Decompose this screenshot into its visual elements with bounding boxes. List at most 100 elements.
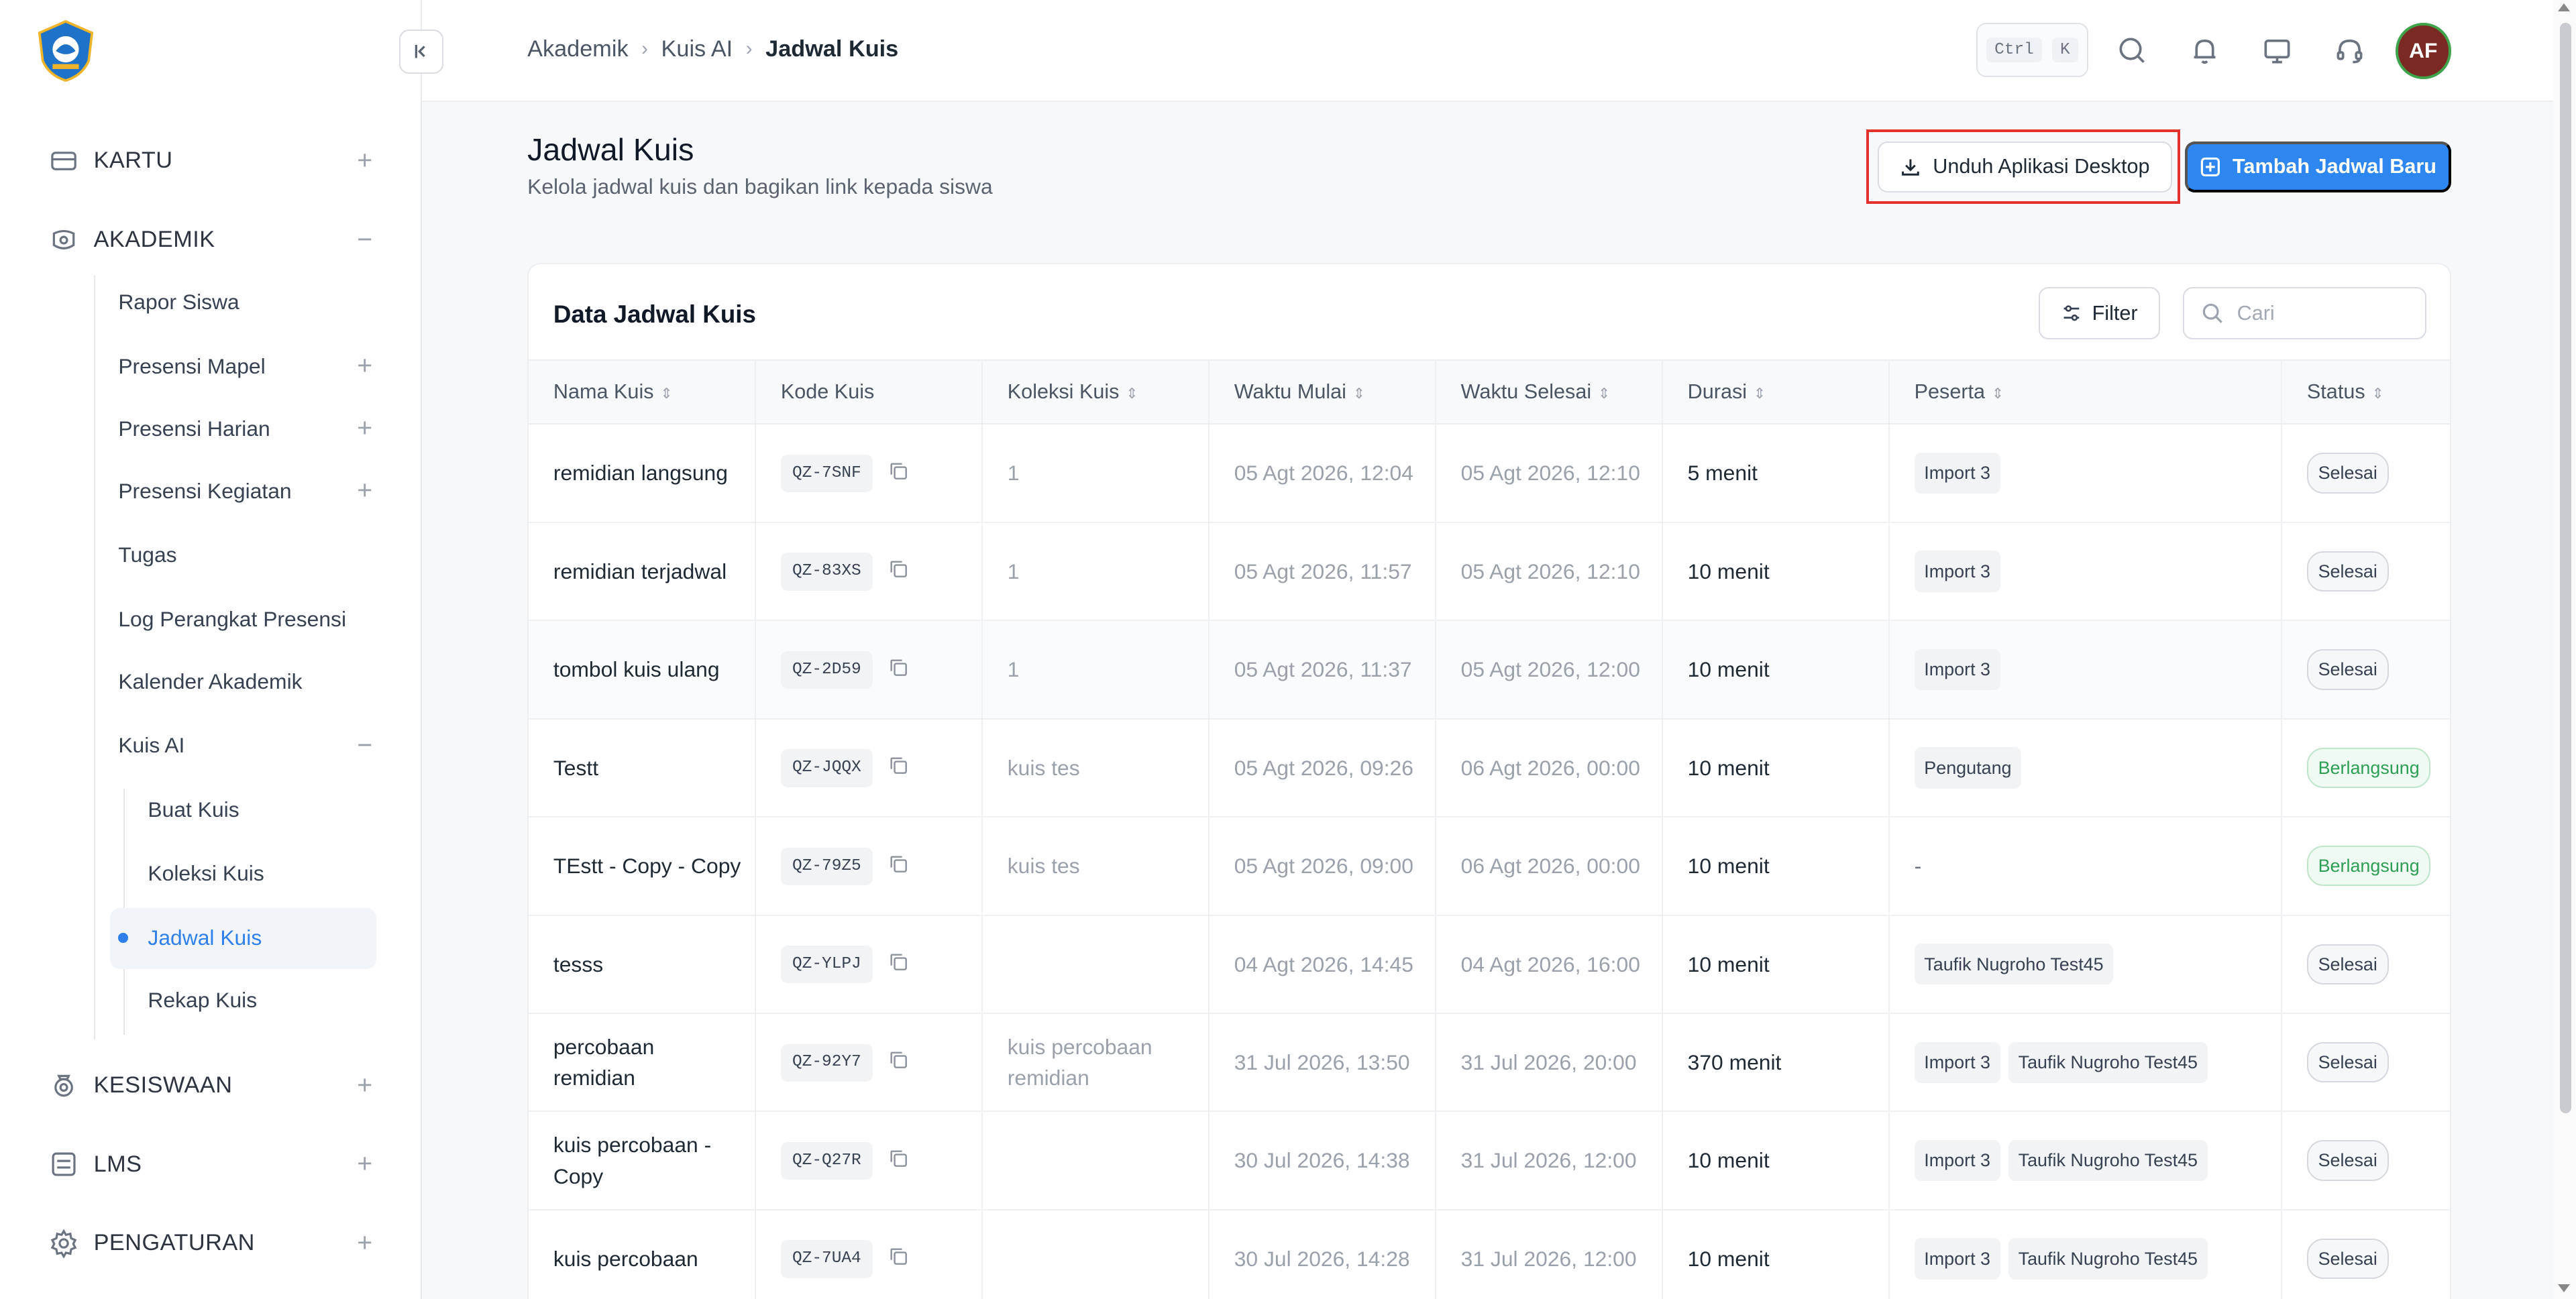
- search-input[interactable]: [2237, 301, 2402, 325]
- status-badge: Selesai: [2306, 1140, 2389, 1181]
- expand-icon[interactable]: +: [352, 351, 378, 381]
- participant-tag: Pengutang: [1914, 747, 2022, 789]
- table-row[interactable]: Testt QZ-JQQX kuis tes 05 Agt 2026, 09:26 06…: [529, 718, 2450, 818]
- sort-icon[interactable]: ⇕: [1353, 385, 1365, 402]
- sidebar-item-presensi-kegiatan[interactable]: Presensi Kegiatan +: [118, 473, 378, 509]
- breadcrumb-item[interactable]: Akademik: [527, 36, 628, 62]
- sidebar-item-rekap-kuis[interactable]: Rekap Kuis: [148, 982, 427, 1019]
- table-row[interactable]: kuis percobaan QZ-7UA4 30 Jul 2026, 14:28 3…: [529, 1209, 2450, 1299]
- copy-icon[interactable]: [889, 854, 908, 874]
- sidebar-item-rapor-siswa[interactable]: Rapor Siswa: [118, 284, 378, 321]
- copy-icon[interactable]: [889, 1149, 908, 1168]
- column-header[interactable]: Status ⇕: [2282, 359, 2450, 425]
- sidebar-item-buat-kuis[interactable]: Buat Kuis: [148, 791, 427, 828]
- cell-quiz-code: QZ-7UA4: [755, 1209, 983, 1299]
- sidebar-item-presensi-harian[interactable]: Presensi Harian +: [118, 410, 378, 447]
- sidebar-section-lms[interactable]: LMS +: [49, 1145, 378, 1184]
- scrollbar-thumb[interactable]: [2559, 23, 2571, 1114]
- command-palette-shortcut[interactable]: Ctrl K: [1976, 23, 2088, 78]
- sidebar-item-jadwal-kuis[interactable]: Jadwal Kuis: [148, 919, 427, 956]
- copy-icon[interactable]: [889, 658, 908, 677]
- quiz-collection: 1: [1007, 559, 1020, 583]
- add-schedule-button[interactable]: Tambah Jadwal Baru: [2185, 141, 2451, 192]
- sidebar-item-label: Log Perangkat Presensi: [118, 606, 347, 631]
- sidebar: KARTU + AKADEMIK − Rapor Siswa Presensi …: [0, 0, 423, 1299]
- table-row[interactable]: TEstt - Copy - Copy QZ-79Z5 kuis tes 05 Agt…: [529, 817, 2450, 916]
- cell-participants: Import 3 Taufik Nugroho Test45: [1888, 1209, 2283, 1299]
- column-header[interactable]: Peserta ⇕: [1888, 359, 2283, 425]
- cell-quiz-name: tombol kuis ulang: [529, 620, 757, 720]
- table-body: remidian langsung QZ-7SNF 1 05 Agt 2026, 12…: [529, 424, 2450, 1299]
- copy-icon[interactable]: [889, 756, 908, 775]
- cell-quiz-collection: [982, 915, 1210, 1014]
- sort-icon[interactable]: ⇕: [2371, 385, 2383, 402]
- sort-icon[interactable]: ⇕: [1992, 385, 2004, 402]
- sort-icon[interactable]: ⇕: [1126, 385, 1138, 402]
- sort-icon[interactable]: ⇕: [1598, 385, 1610, 402]
- support-headset-icon[interactable]: [2333, 34, 2366, 67]
- column-header[interactable]: Waktu Selesai ⇕: [1435, 359, 1663, 425]
- participant-tag: Taufik Nugroho Test45: [2008, 1041, 2208, 1083]
- sidebar-section-label: AKADEMIK: [93, 227, 215, 253]
- column-header-label: Durasi: [1687, 380, 1748, 404]
- copy-icon[interactable]: [889, 1050, 908, 1070]
- expand-icon[interactable]: +: [352, 476, 378, 506]
- sort-icon[interactable]: ⇕: [660, 385, 672, 402]
- bell-icon[interactable]: [2188, 34, 2221, 67]
- expand-icon[interactable]: +: [352, 1071, 378, 1100]
- column-header[interactable]: Durasi ⇕: [1662, 359, 1890, 425]
- column-header-label: Peserta: [1914, 380, 1986, 404]
- search-icon[interactable]: [2116, 34, 2149, 67]
- collapse-icon[interactable]: −: [352, 731, 378, 760]
- table-row[interactable]: remidian langsung QZ-7SNF 1 05 Agt 2026, 12…: [529, 424, 2450, 523]
- start-time: 05 Agt 2026, 11:37: [1234, 657, 1412, 682]
- quiz-name: tombol kuis ulang: [553, 657, 720, 682]
- sidebar-item-kalender-akademik[interactable]: Kalender Akademik: [118, 663, 378, 699]
- quiz-code: QZ-2D59: [780, 651, 873, 689]
- sidebar-section-label: LMS: [93, 1151, 142, 1177]
- sidebar-section-kesiswaan[interactable]: KESISWAAN +: [49, 1066, 378, 1105]
- expand-icon[interactable]: +: [352, 1149, 378, 1179]
- avatar[interactable]: AF: [2395, 23, 2451, 79]
- sidebar-item-kuis-ai[interactable]: Kuis AI −: [118, 728, 378, 764]
- sidebar-item-presensi-mapel[interactable]: Presensi Mapel +: [118, 348, 378, 384]
- column-header[interactable]: Waktu Mulai ⇕: [1208, 359, 1436, 425]
- sidebar-section-akademik[interactable]: AKADEMIK −: [49, 220, 378, 260]
- collapse-sidebar-button[interactable]: [399, 30, 444, 74]
- scroll-up-arrow-icon[interactable]: [2558, 3, 2571, 11]
- expand-icon[interactable]: +: [352, 414, 378, 443]
- expand-icon[interactable]: +: [352, 1229, 378, 1258]
- table-search[interactable]: [2183, 287, 2426, 340]
- table-row[interactable]: remidian terjadwal QZ-83XS 1 05 Agt 2026, 1…: [529, 522, 2450, 622]
- breadcrumb-item[interactable]: Kuis AI: [661, 36, 733, 62]
- page-title: Jadwal Kuis: [527, 131, 694, 167]
- sidebar-item-log-perangkat-presensi[interactable]: Log Perangkat Presensi: [118, 601, 378, 637]
- school-logo-icon[interactable]: [33, 18, 99, 84]
- cell-duration: 10 menit: [1662, 522, 1890, 622]
- copy-icon[interactable]: [889, 952, 908, 972]
- sidebar-section-kartu[interactable]: KARTU +: [49, 142, 378, 181]
- table-row[interactable]: tombol kuis ulang QZ-2D59 1 05 Agt 2026, 11…: [529, 620, 2450, 720]
- sidebar-item-koleksi-kuis[interactable]: Koleksi Kuis: [148, 856, 427, 892]
- table-row[interactable]: kuis percobaan - Copy QZ-Q27R 30 Jul 2026,…: [529, 1111, 2450, 1210]
- copy-icon[interactable]: [889, 461, 908, 481]
- column-header[interactable]: Koleksi Kuis ⇕: [982, 359, 1210, 425]
- sort-icon[interactable]: ⇕: [1754, 385, 1766, 402]
- collapse-icon[interactable]: −: [352, 225, 378, 255]
- table-row[interactable]: tesss QZ-YLPJ 04 Agt 2026, 14:45 04 Agt 202…: [529, 915, 2450, 1014]
- copy-icon[interactable]: [889, 559, 908, 579]
- column-header[interactable]: Nama Kuis ⇕: [529, 359, 757, 425]
- filter-button[interactable]: Filter: [2038, 287, 2160, 340]
- sidebar-item-tugas[interactable]: Tugas: [118, 537, 378, 573]
- expand-icon[interactable]: +: [352, 146, 378, 176]
- download-desktop-app-button[interactable]: Unduh Aplikasi Desktop: [1878, 141, 2172, 192]
- copy-icon[interactable]: [889, 1247, 908, 1266]
- monitor-icon[interactable]: [2261, 34, 2294, 67]
- breadcrumb-current: Jadwal Kuis: [765, 36, 899, 62]
- cell-participants: Import 3: [1888, 620, 2283, 720]
- cell-quiz-name: TEstt - Copy - Copy: [529, 817, 757, 916]
- scroll-down-arrow-icon[interactable]: [2558, 1284, 2571, 1292]
- table-row[interactable]: percobaan remidian QZ-92Y7 kuis percobaan …: [529, 1013, 2450, 1113]
- quiz-code: QZ-79Z5: [780, 847, 873, 886]
- sidebar-section-pengaturan[interactable]: PENGATURAN +: [49, 1224, 378, 1263]
